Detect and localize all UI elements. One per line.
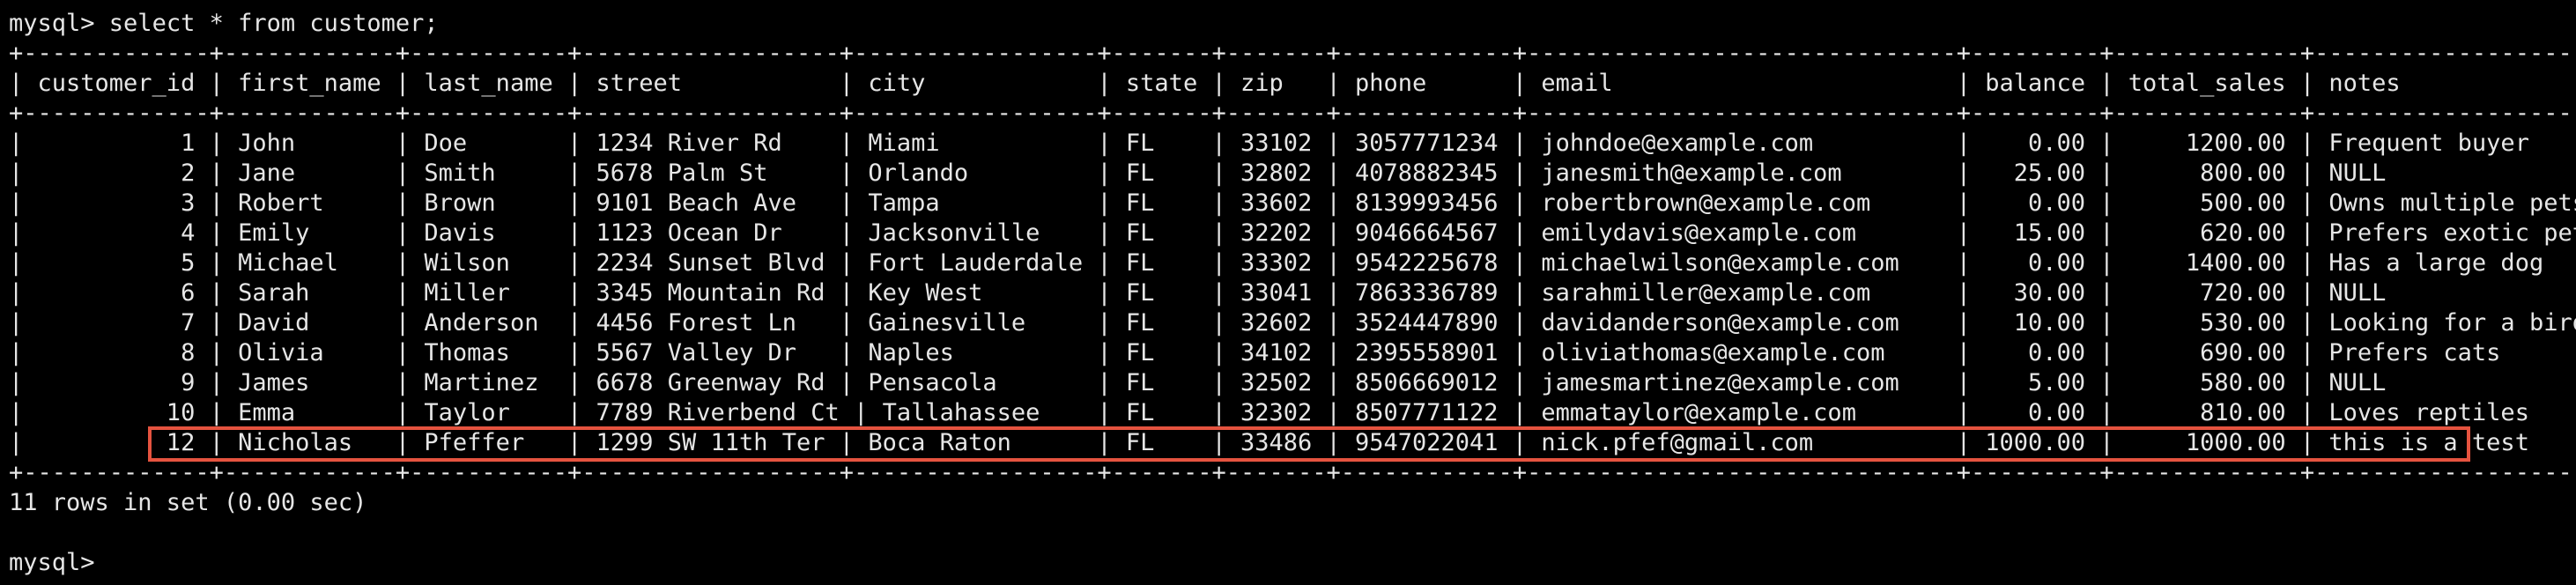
final-prompt-line[interactable]: mysql> — [9, 548, 2576, 578]
sql-command: select * from customer; — [108, 10, 439, 37]
table-row-5: | 5 | Michael | Wilson | 2234 Sunset Blv… — [9, 249, 2576, 277]
table-row-3: | 3 | Robert | Brown | 9101 Beach Ave | … — [9, 189, 2576, 217]
terminal-window[interactable]: mysql> select * from customer; +--------… — [0, 0, 2576, 585]
table-row-2: | 2 | Jane | Smith | 5678 Palm St | Orla… — [9, 159, 2576, 187]
table-header-row: | customer_id | first_name | last_name |… — [9, 70, 2576, 97]
table-top-border: +-------------+------------+-----------+… — [9, 40, 2576, 67]
table-row-7: | 7 | David | Anderson | 4456 Forest Ln … — [9, 309, 2576, 337]
mysql-prompt: mysql> — [9, 10, 109, 37]
result-summary: 11 rows in set (0.00 sec) — [9, 489, 367, 516]
command-line: mysql> select * from customer; — [9, 9, 2576, 39]
table-row-8: | 8 | Olivia | Thomas | 5567 Valley Dr |… — [9, 339, 2576, 367]
table-row-12-highlighted: | 12 | Nicholas | Pfeffer | 1299 SW 11th… — [9, 429, 2576, 456]
table-row-10: | 10 | Emma | Taylor | 7789 Riverbend Ct… — [9, 399, 2576, 426]
table-row-9: | 9 | James | Martinez | 6678 Greenway R… — [9, 369, 2576, 396]
table-bottom-border: +-------------+------------+-----------+… — [9, 459, 2576, 486]
table-header-border: +-------------+------------+-----------+… — [9, 100, 2576, 127]
table-row-6: | 6 | Sarah | Miller | 3345 Mountain Rd … — [9, 279, 2576, 307]
mysql-prompt-final: mysql> — [9, 549, 95, 576]
table-row-4: | 4 | Emily | Davis | 1123 Ocean Dr | Ja… — [9, 219, 2576, 247]
table-row-1: | 1 | John | Doe | 1234 River Rd | Miami… — [9, 130, 2576, 157]
